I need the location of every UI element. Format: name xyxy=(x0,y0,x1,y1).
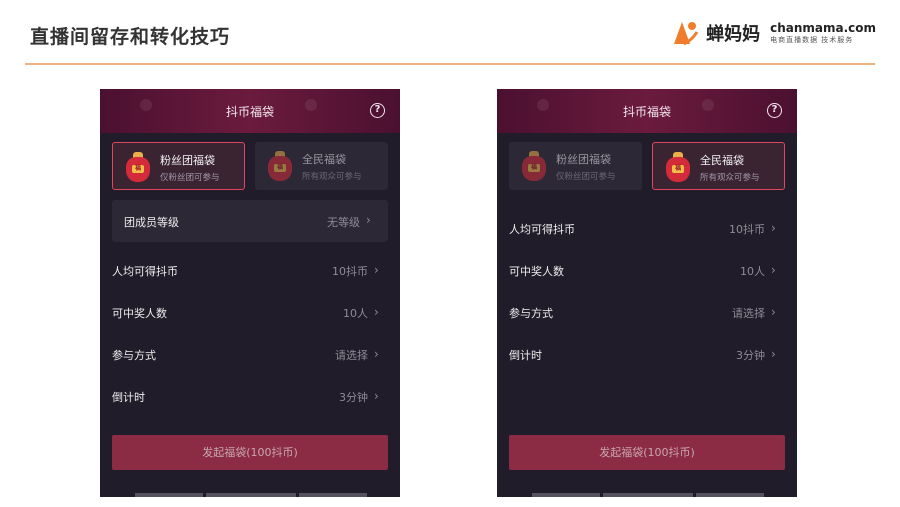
chevron-right-icon: › xyxy=(771,347,776,361)
chevron-right-icon: › xyxy=(771,305,776,319)
logo-text-cn: 蝉妈妈 xyxy=(706,24,761,45)
chevron-right-icon: › xyxy=(374,347,379,361)
phone-header: 抖币福袋 ? xyxy=(497,89,797,133)
lucky-bag-icon: 福 xyxy=(267,151,293,181)
chevron-right-icon: › xyxy=(374,305,379,319)
bottom-bar-segment xyxy=(135,493,203,497)
chevron-right-icon: › xyxy=(366,213,371,227)
chevron-right-icon: › xyxy=(374,263,379,277)
row-value: 无等级 xyxy=(327,216,360,229)
tab-fan-club-bag[interactable]: 福 粉丝团福袋 仅粉丝团可参与 xyxy=(509,142,642,190)
tab-description: 仅粉丝团可参与 xyxy=(556,172,616,182)
tab-fan-club-bag[interactable]: 福 粉丝团福袋 仅粉丝团可参与 xyxy=(112,142,245,190)
member-level-row[interactable]: 团成员等级 无等级 › xyxy=(112,200,388,242)
winner-count-row[interactable]: 可中奖人数 10人 › xyxy=(497,255,797,285)
bottom-bar-segment xyxy=(603,493,693,497)
lucky-bag-icon: 福 xyxy=(125,152,151,182)
tab-label: 粉丝团福袋 xyxy=(160,154,215,167)
chanmama-logo-icon xyxy=(674,22,699,46)
row-label: 参与方式 xyxy=(112,349,156,362)
panel-title: 抖币福袋 xyxy=(622,105,671,119)
chanmama-logo: 蝉妈妈 chanmama.com 电商直播数据 技术服务 xyxy=(670,18,876,48)
row-value: 3分钟 xyxy=(736,349,765,362)
bottom-bar-segment xyxy=(532,493,600,497)
logo-tagline: 电商直播数据 技术服务 xyxy=(770,36,854,44)
title-divider xyxy=(25,63,875,65)
tab-label: 全民福袋 xyxy=(302,153,346,166)
phone-header: 抖币福袋 ? xyxy=(100,89,400,133)
row-value: 10抖币 xyxy=(332,265,368,278)
phone-screen-everyone-bag: 抖币福袋 ? 福 粉丝团福袋 仅粉丝团可参与 福 全民福袋 所有观众可参与 人均… xyxy=(497,89,797,497)
tab-description: 所有观众可参与 xyxy=(700,173,760,183)
bottom-bar-segment xyxy=(696,493,764,497)
chevron-right-icon: › xyxy=(771,263,776,277)
panel-title: 抖币福袋 xyxy=(225,105,274,119)
row-label: 参与方式 xyxy=(509,307,553,320)
tab-label: 全民福袋 xyxy=(700,154,744,167)
winner-count-row[interactable]: 可中奖人数 10人 › xyxy=(100,297,400,327)
countdown-row[interactable]: 倒计时 3分钟 › xyxy=(497,339,797,369)
row-value: 3分钟 xyxy=(339,391,368,404)
chevron-right-icon: › xyxy=(771,221,776,235)
question-circle-icon[interactable]: ? xyxy=(767,103,782,118)
tab-everyone-bag[interactable]: 福 全民福袋 所有观众可参与 xyxy=(255,142,388,190)
tab-label: 粉丝团福袋 xyxy=(556,153,611,166)
launch-bag-button[interactable]: 发起福袋(100抖币) xyxy=(509,435,785,470)
question-circle-icon[interactable]: ? xyxy=(370,103,385,118)
participation-method-row[interactable]: 参与方式 请选择 › xyxy=(100,339,400,369)
coins-per-person-row[interactable]: 人均可得抖币 10抖币 › xyxy=(100,255,400,285)
row-value: 请选择 xyxy=(732,307,765,320)
lucky-bag-icon: 福 xyxy=(521,151,547,181)
row-label: 人均可得抖币 xyxy=(112,265,178,278)
chevron-right-icon: › xyxy=(374,389,379,403)
launch-bag-button[interactable]: 发起福袋(100抖币) xyxy=(112,435,388,470)
lucky-bag-icon: 福 xyxy=(665,152,691,182)
coins-per-person-row[interactable]: 人均可得抖币 10抖币 › xyxy=(497,213,797,243)
phone-screen-fan-club-bag: 抖币福袋 ? 福 粉丝团福袋 仅粉丝团可参与 福 全民福袋 所有观众可参与 团成… xyxy=(100,89,400,497)
row-label: 倒计时 xyxy=(112,391,145,404)
participation-method-row[interactable]: 参与方式 请选择 › xyxy=(497,297,797,327)
row-value: 10抖币 xyxy=(729,223,765,236)
row-value: 10人 xyxy=(343,307,368,320)
row-label: 可中奖人数 xyxy=(509,265,564,278)
row-label: 团成员等级 xyxy=(124,216,179,229)
row-value: 请选择 xyxy=(335,349,368,362)
row-label: 人均可得抖币 xyxy=(509,223,575,236)
bottom-bar-segment xyxy=(206,493,296,497)
countdown-row[interactable]: 倒计时 3分钟 › xyxy=(100,381,400,411)
bottom-bar-segment xyxy=(299,493,367,497)
row-label: 倒计时 xyxy=(509,349,542,362)
tab-everyone-bag[interactable]: 福 全民福袋 所有观众可参与 xyxy=(652,142,785,190)
row-value: 10人 xyxy=(740,265,765,278)
row-label: 可中奖人数 xyxy=(112,307,167,320)
tab-description: 仅粉丝团可参与 xyxy=(160,173,220,183)
slide-title: 直播间留存和转化技巧 xyxy=(30,26,231,48)
logo-url: chanmama.com xyxy=(770,21,876,35)
tab-description: 所有观众可参与 xyxy=(302,172,362,182)
